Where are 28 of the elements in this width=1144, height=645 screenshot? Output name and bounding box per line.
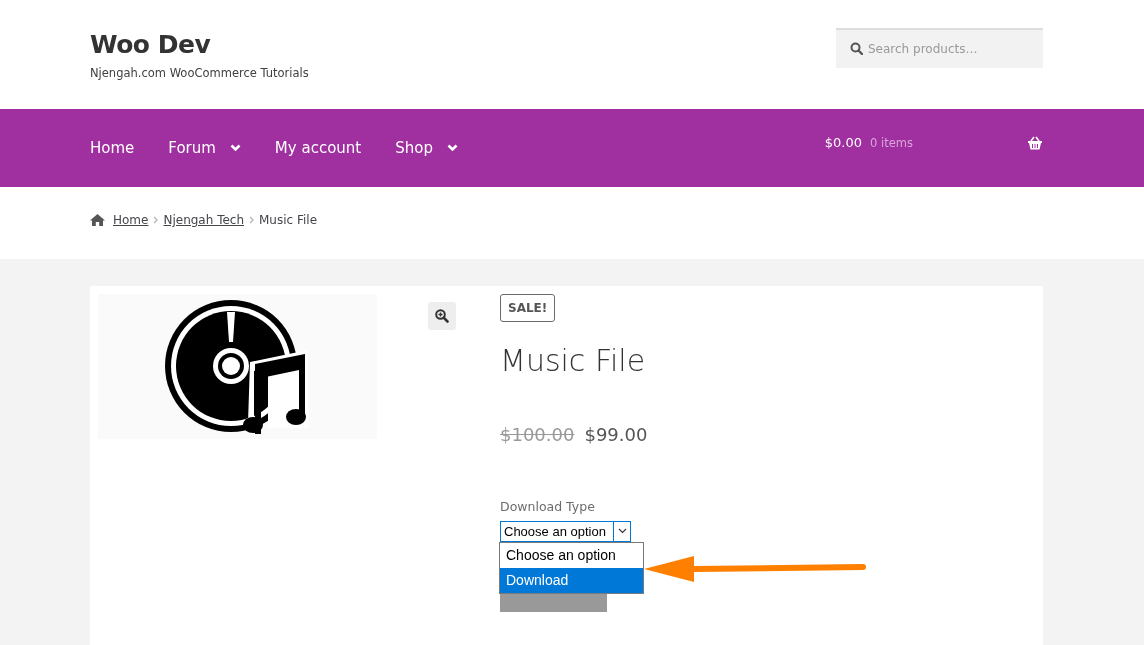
zoom-button[interactable] [428, 302, 456, 330]
dropdown-option[interactable]: Download [500, 567, 643, 593]
sale-price: $99.00 [584, 424, 648, 445]
site-title[interactable]: Woo Dev [90, 32, 309, 57]
sale-label: SALE! [500, 294, 556, 322]
chevron-right-icon [249, 216, 254, 224]
nav-link[interactable]: Shop [395, 136, 458, 160]
nav-link[interactable]: Home [90, 136, 135, 160]
product-image[interactable] [98, 294, 377, 439]
breadcrumb-current: Music File [259, 212, 318, 229]
option-select[interactable]: Choose an option [500, 520, 631, 542]
search-icon [850, 42, 863, 55]
cart-link[interactable]: $0.00 0 items [824, 133, 913, 153]
breadcrumb-link[interactable]: Njengah Tech [163, 211, 244, 229]
site-tagline: Njengah.com WooCommerce Tutorials [90, 65, 309, 82]
dropdown-option[interactable]: Choose an option [500, 542, 643, 568]
home-icon[interactable] [90, 214, 105, 226]
nav-link[interactable]: Forum [168, 136, 241, 160]
search-field[interactable]: Search products… [836, 28, 1043, 68]
variation-label: Download Type [500, 498, 596, 516]
breadcrumb-link[interactable]: Home [113, 211, 149, 229]
nav-link[interactable]: My account [274, 136, 362, 160]
zoom-in-icon [435, 309, 449, 323]
chevron-right-icon [153, 216, 159, 224]
caret-icon [617, 528, 627, 535]
basket-icon[interactable] [1027, 136, 1043, 150]
old-price: $100.00 [500, 424, 575, 445]
product-title: Music File [500, 342, 647, 380]
